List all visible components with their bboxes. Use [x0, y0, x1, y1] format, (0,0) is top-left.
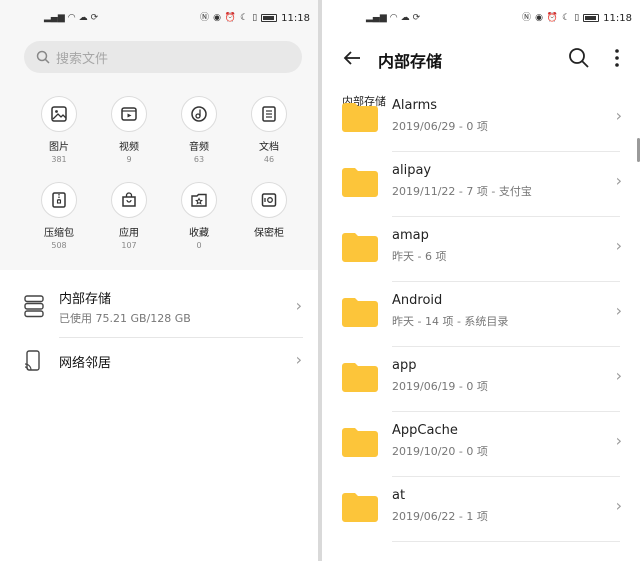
divider: [392, 281, 620, 282]
list-item[interactable]: app 2019/06/19 - 0 项 ›: [322, 348, 640, 412]
cloud-icon: ☁: [78, 13, 88, 23]
cloud-icon: ☁: [400, 13, 410, 23]
eye-icon: ◉: [535, 13, 543, 23]
signal-icon: ▂▄▆: [366, 13, 387, 23]
category-documents[interactable]: 文档 46: [234, 96, 304, 172]
search-icon[interactable]: [568, 47, 590, 69]
battery-icon: [261, 14, 278, 22]
folder-icon: [342, 428, 378, 457]
moon-icon: ☾: [240, 13, 249, 23]
page-title: 内部存储: [378, 52, 443, 71]
internal-storage-row[interactable]: 内部存储 已使用 75.21 GB/128 GB ›: [0, 284, 318, 336]
chevron-right-icon: ›: [295, 350, 302, 369]
chevron-right-icon: ›: [615, 171, 622, 190]
status-time: 11:18: [603, 12, 632, 24]
archive-icon: [52, 192, 66, 208]
internal-storage-title: 内部存储: [59, 292, 112, 307]
divider: [392, 541, 620, 542]
signal-icon: ▂▄▆: [44, 13, 65, 23]
divider: [59, 337, 303, 338]
audio-icon: [191, 106, 207, 122]
category-grid: 图片 381 视频 9 音频 63 文档 46 压缩包 508 应用 107 收…: [24, 96, 304, 258]
search-input[interactable]: 搜索文件: [24, 41, 302, 73]
sync-icon: ⟳: [90, 13, 99, 23]
folder-icon: [342, 103, 378, 132]
divider: [392, 151, 620, 152]
chevron-right-icon: ›: [295, 296, 302, 315]
search-icon: [36, 50, 50, 64]
alarm-icon: ⏰: [224, 13, 237, 23]
list-item[interactable]: alipay 2019/11/22 - 7 项 - 支付宝 ›: [322, 153, 640, 217]
network-device-icon: [24, 350, 40, 371]
list-item[interactable]: Android 昨天 - 14 项 - 系统目录 ›: [322, 283, 640, 347]
storage-icon: [24, 295, 44, 318]
status-time: 11:18: [281, 12, 310, 24]
folder-icon: [342, 168, 378, 197]
category-images[interactable]: 图片 381: [24, 96, 94, 172]
image-icon: [51, 106, 67, 122]
document-icon: [262, 106, 276, 122]
app-bar: 内部存储: [322, 44, 640, 74]
status-bar: ▂▄▆ ◠ ☁ ⟳ Ⓝ ◉ ⏰ ☾ ▯ 11:18: [322, 10, 640, 28]
list-item[interactable]: AppCache 2019/10/20 - 0 项 ›: [322, 413, 640, 477]
folder-icon: [342, 233, 378, 262]
eye-icon: ◉: [213, 13, 221, 23]
nfc-icon: Ⓝ: [522, 13, 532, 23]
chevron-right-icon: ›: [615, 431, 622, 450]
folder-icon: [342, 363, 378, 392]
divider: [392, 346, 620, 347]
favorite-icon: [191, 193, 207, 207]
category-favorites[interactable]: 收藏 0: [164, 182, 234, 258]
video-icon: [121, 107, 137, 121]
alarm-icon: ⏰: [546, 13, 559, 23]
list-item[interactable]: Alarms 2019/06/29 - 0 项 ›: [322, 88, 640, 152]
chevron-right-icon: ›: [615, 236, 622, 255]
category-archives[interactable]: 压缩包 508: [24, 182, 94, 258]
chevron-right-icon: ›: [615, 106, 622, 125]
nfc-icon: Ⓝ: [200, 13, 210, 23]
network-neighborhood-title: 网络邻居: [59, 356, 112, 371]
sync-icon: ⟳: [412, 13, 421, 23]
file-manager-home: ▂▄▆ ◠ ☁ ⟳ Ⓝ ◉ ⏰ ☾ ▯ 11:18 搜索文件 图片 381 视频…: [0, 0, 318, 561]
category-videos[interactable]: 视频 9: [94, 96, 164, 172]
back-arrow-icon[interactable]: [342, 48, 362, 68]
category-safe[interactable]: 保密柜: [234, 182, 304, 258]
folder-icon: [342, 493, 378, 522]
vibrate-icon: ▯: [574, 13, 580, 23]
divider: [392, 216, 620, 217]
vibrate-icon: ▯: [252, 13, 258, 23]
storage-section: 内部存储 已使用 75.21 GB/128 GB › 网络邻居 ›: [0, 270, 318, 561]
list-item[interactable]: amap 昨天 - 6 项 ›: [322, 218, 640, 282]
chevron-right-icon: ›: [615, 366, 622, 385]
network-neighborhood-row[interactable]: 网络邻居 ›: [0, 342, 318, 382]
folder-icon: [342, 298, 378, 327]
wifi-icon: ◠: [67, 13, 76, 23]
wifi-icon: ◠: [389, 13, 398, 23]
chevron-right-icon: ›: [615, 301, 622, 320]
category-audio[interactable]: 音频 63: [164, 96, 234, 172]
moon-icon: ☾: [562, 13, 571, 23]
status-bar: ▂▄▆ ◠ ☁ ⟳ Ⓝ ◉ ⏰ ☾ ▯ 11:18: [0, 10, 318, 28]
storage-usage: 已使用 75.21 GB/128 GB: [59, 312, 191, 325]
chevron-right-icon: ›: [615, 496, 622, 515]
list-item[interactable]: at 2019/06/22 - 1 项 ›: [322, 478, 640, 542]
category-apps[interactable]: 应用 107: [94, 182, 164, 258]
battery-icon: [583, 14, 600, 22]
divider: [392, 476, 620, 477]
more-options-icon[interactable]: [614, 48, 620, 68]
divider: [392, 411, 620, 412]
search-placeholder: 搜索文件: [56, 51, 109, 67]
safe-icon: [261, 193, 277, 207]
app-icon: [122, 192, 136, 207]
internal-storage-browser: ▂▄▆ ◠ ☁ ⟳ Ⓝ ◉ ⏰ ☾ ▯ 11:18 内部存储 内部存储 Alar…: [322, 0, 640, 561]
